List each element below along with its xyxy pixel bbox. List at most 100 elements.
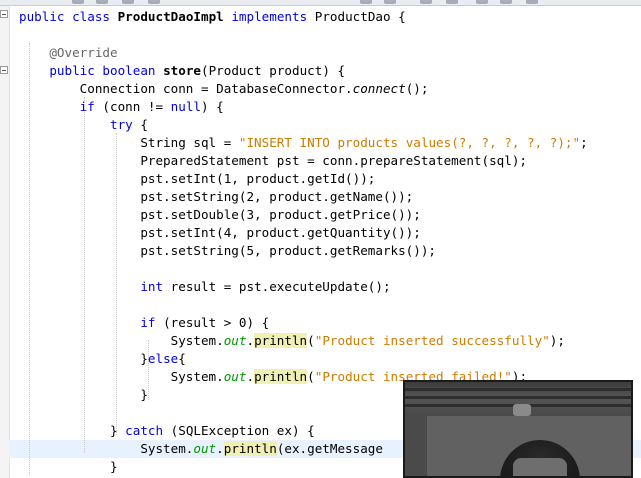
code-token: );	[549, 333, 565, 348]
code-line[interactable]: Connection conn = DatabaseConnector.conn…	[19, 80, 641, 98]
field-token: out	[223, 333, 247, 348]
occurrence-token: println	[223, 441, 277, 456]
code-line[interactable]	[19, 296, 641, 314]
occurrence-token: println	[254, 369, 308, 384]
code-token: String sql =	[19, 135, 239, 150]
code-token: (	[307, 369, 315, 384]
code-token: pst.setDouble(3, product.getPrice());	[19, 207, 421, 222]
keyword-token: if	[79, 99, 95, 114]
code-token: System.	[19, 441, 194, 456]
method-token: connect	[352, 81, 406, 96]
code-line[interactable]: pst.setDouble(3, product.getPrice());	[19, 206, 641, 224]
fold-toggle-icon[interactable]	[0, 66, 8, 74]
code-token: ();	[405, 81, 429, 96]
keyword-token: else	[147, 351, 179, 366]
code-token: result = pst.executeUpdate();	[163, 279, 391, 294]
code-token: }	[19, 387, 148, 402]
code-line[interactable]: try {	[19, 116, 641, 134]
code-token: {	[132, 117, 148, 132]
code-token: }	[19, 423, 126, 438]
toolbar-button[interactable]	[148, 0, 160, 4]
field-token: out	[223, 369, 247, 384]
keyword-token: int	[140, 279, 164, 294]
code-token: pst.setString(2, product.getName());	[19, 189, 414, 204]
code-token: pst.setInt(4, product.getQuantity());	[19, 225, 421, 240]
code-line[interactable]: pst.setString(2, product.getName());	[19, 188, 641, 206]
code-token: ProductDao {	[307, 9, 406, 24]
keyword-token: implements	[231, 9, 308, 24]
editor-gutter	[0, 6, 10, 478]
webcam-corner	[405, 416, 427, 476]
annotation-token: @Override	[49, 45, 118, 60]
code-token: pst.setString(5, product.getRemarks());	[19, 243, 437, 258]
code-line[interactable]: PreparedStatement pst = conn.prepareStat…	[19, 152, 641, 170]
code-token: (Product product) {	[201, 63, 346, 78]
toolbar-button[interactable]	[526, 0, 538, 4]
code-line[interactable]: if (result > 0) {	[19, 314, 641, 332]
code-token: (ex.getMessage	[276, 441, 383, 456]
occurrence-token: println	[254, 333, 308, 348]
keyword-token: if	[140, 315, 156, 330]
identifier-token: store	[163, 63, 201, 78]
code-line[interactable]: pst.setInt(4, product.getQuantity());	[19, 224, 641, 242]
code-token: (conn !=	[94, 99, 171, 114]
code-token: }	[19, 459, 118, 474]
code-line[interactable]: if (conn != null) {	[19, 98, 641, 116]
keyword-token: null	[170, 99, 202, 114]
editor-toolbar	[0, 0, 641, 6]
ceiling-light-icon	[513, 404, 531, 416]
keyword-token: catch	[125, 423, 164, 438]
code-token: pst.setInt(1, product.getId());	[19, 171, 376, 186]
string-token: "Product inserted successfully"	[314, 333, 550, 348]
code-token: System.	[19, 369, 224, 384]
keyword-token: public boolean	[49, 63, 164, 78]
code-line[interactable]: public class ProductDaoImpl implements P…	[19, 8, 641, 26]
code-line[interactable]: @Override	[19, 44, 641, 62]
code-token: (	[307, 333, 315, 348]
identifier-token: ProductDaoImpl	[117, 9, 224, 24]
code-line[interactable]: pst.setString(5, product.getRemarks());	[19, 242, 641, 260]
code-token: {	[178, 351, 186, 366]
code-token: ) {	[201, 99, 224, 114]
toolbar-button[interactable]	[420, 0, 432, 4]
fold-toggle-icon[interactable]	[0, 10, 8, 18]
toolbar-button[interactable]	[72, 0, 84, 4]
code-token: Connection conn = DatabaseConnector.	[19, 81, 353, 96]
code-line[interactable]: }else{	[19, 350, 641, 368]
code-token: PreparedStatement pst = conn.prepareStat…	[19, 153, 527, 168]
code-token: .	[246, 333, 255, 348]
toolbar-button[interactable]	[360, 0, 372, 4]
code-line[interactable]	[19, 26, 641, 44]
code-line[interactable]	[19, 260, 641, 278]
code-token: ;	[580, 135, 588, 150]
code-token: }	[19, 351, 148, 366]
webcam-overlay	[403, 380, 633, 478]
code-line[interactable]: public boolean store(Product product) {	[19, 62, 641, 80]
string-token: "INSERT INTO products values(?, ?, ?, ?,…	[238, 135, 581, 150]
code-line[interactable]: System.out.println("Product inserted suc…	[19, 332, 641, 350]
toolbar-button[interactable]	[122, 0, 134, 4]
toolbar-button[interactable]	[446, 0, 458, 4]
code-line[interactable]: String sql = "INSERT INTO products value…	[19, 134, 641, 152]
code-line[interactable]: int result = pst.executeUpdate();	[19, 278, 641, 296]
code-token: (result > 0) {	[155, 315, 270, 330]
field-token: out	[193, 441, 217, 456]
code-line[interactable]: pst.setInt(1, product.getId());	[19, 170, 641, 188]
code-token: System.	[19, 333, 224, 348]
toolbar-button[interactable]	[384, 0, 396, 4]
person-face	[513, 458, 567, 476]
toolbar-button[interactable]	[500, 0, 512, 4]
toolbar-button[interactable]	[476, 0, 488, 4]
toolbar-button[interactable]	[96, 0, 108, 4]
code-token: (SQLException ex) {	[163, 423, 315, 438]
keyword-token: try	[110, 117, 133, 132]
keyword-token: public class	[19, 9, 118, 24]
code-token: .	[216, 441, 224, 456]
code-token: .	[246, 369, 255, 384]
